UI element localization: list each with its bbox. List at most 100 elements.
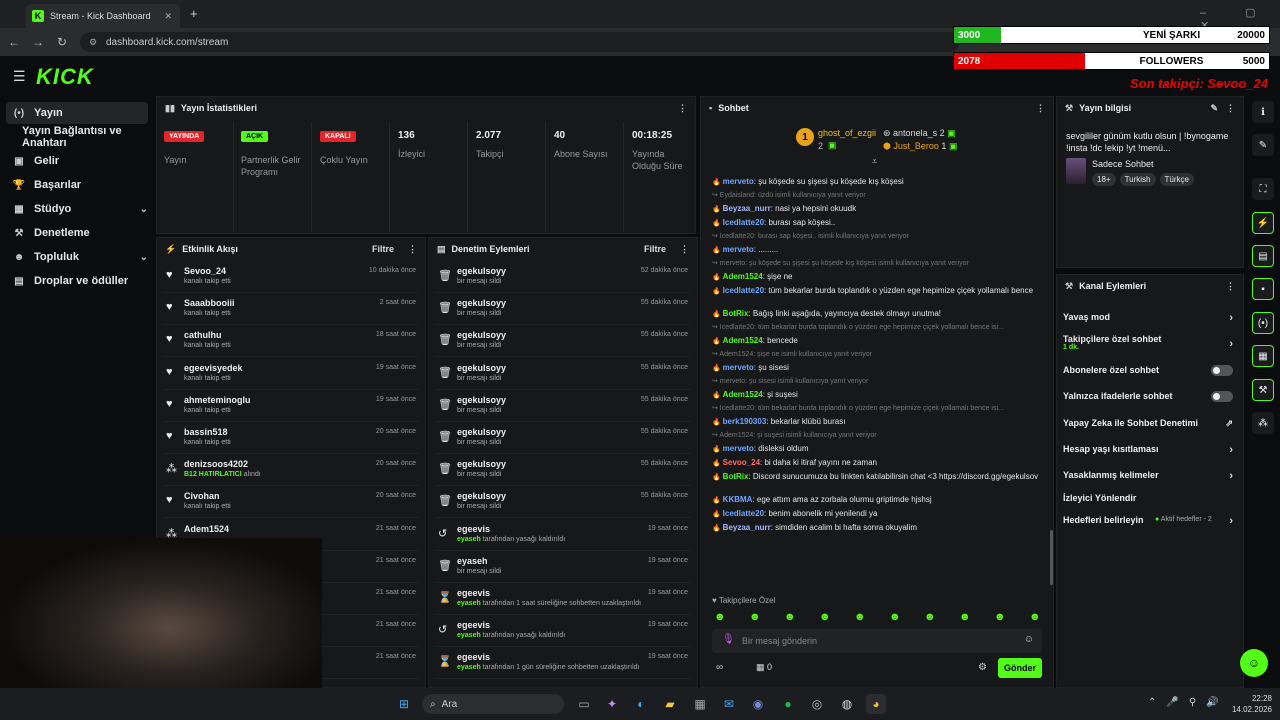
moderation-filter-button[interactable]: Filtre	[644, 244, 666, 254]
action-slow-mode[interactable]: Yavaş mod ›	[1063, 312, 1233, 324]
list-item[interactable]: 🗑 egekulsoyy bir mesajı sildi 55 dakika önc…	[436, 293, 690, 326]
gifter-name[interactable]: ghost_of_ezgii	[818, 128, 876, 138]
more-icon[interactable]: ⋮	[680, 244, 689, 255]
more-icon[interactable]: ⋮	[408, 244, 417, 255]
chat-username[interactable]: KKBMA	[723, 495, 753, 504]
action-ai-moderation[interactable]: Yapay Zeka ile Sohbet Denetimi ⇗	[1063, 418, 1233, 428]
spotify-icon[interactable]: ●	[778, 694, 798, 714]
more-icon[interactable]: ⋮	[1036, 103, 1045, 114]
chat-username[interactable]: Adem1524	[723, 272, 763, 281]
list-item[interactable]: ♥ cathulhu kanalı takip etti 18 saat önce	[164, 325, 418, 358]
mic-icon[interactable]: 🎙	[722, 634, 735, 645]
reload-icon[interactable]: ↻	[54, 34, 70, 50]
new-tab-icon[interactable]: +	[190, 6, 198, 21]
sidebar-item-gelir[interactable]: ▣ Gelir	[6, 150, 148, 172]
kick-logo[interactable]: KICK	[36, 64, 94, 90]
system-tray-icons[interactable]: ⌃🎤⚲🔊	[1148, 697, 1229, 708]
list-item[interactable]: 🗑 egekulsoyy bir mesajı sildi 52 dakika önc…	[436, 261, 690, 293]
browser-tab[interactable]: K Stream - Kick Dashboard ✕	[26, 4, 180, 28]
chat-input[interactable]: 🎙 Bir mesaj gönderin ☺	[712, 629, 1042, 653]
more-icon[interactable]: ⋮	[678, 103, 687, 114]
list-item[interactable]: ⌛ egeevis eyaseh tarafından 1 saat süreliğ…	[436, 583, 690, 615]
sidebar-item-droplar[interactable]: ▤ Droplar ve ödüller	[6, 270, 148, 292]
chat-username[interactable]: BotRix	[723, 309, 749, 318]
list-item[interactable]: 🗑 egekulsoyy bir mesajı sildi 55 dakika önc…	[436, 325, 690, 358]
list-item[interactable]: 🗑 egekulsoyy bir mesajı sildi 55 dakika önc…	[436, 422, 690, 454]
info-icon[interactable]: ℹ	[1252, 101, 1274, 123]
list-item[interactable]: ♥ Sevoo_24 kanalı takip etti 10 dakika önce	[164, 261, 418, 293]
calculator-icon[interactable]: ▦	[690, 694, 710, 714]
edge-icon[interactable]: ◐	[631, 694, 651, 714]
back-icon[interactable]: ←	[6, 34, 22, 50]
copilot-icon[interactable]: ✦	[602, 694, 622, 714]
taskbar-search[interactable]: ⌕ Ara	[422, 694, 564, 714]
gifter-name[interactable]: ⬢ Just_Beroo 1 ▣	[883, 141, 957, 152]
tag-chip[interactable]: 18+	[1092, 173, 1116, 186]
chat-icon[interactable]: ▪	[1252, 278, 1274, 300]
lightning-icon[interactable]: ⚡	[1252, 212, 1274, 234]
sidebar-item-yayin[interactable]: (•) Yayın	[6, 102, 148, 124]
focus-icon[interactable]: ⛶	[1252, 178, 1274, 200]
edit-icon[interactable]: ✎	[1210, 103, 1218, 114]
chat-username[interactable]: merveto	[723, 363, 754, 372]
chrome-icon[interactable]: ◕	[866, 694, 886, 714]
collapse-icon[interactable]: ⩡	[872, 156, 877, 167]
emoji-icon[interactable]: ☺	[1024, 634, 1034, 645]
chat-username[interactable]: merveto	[723, 245, 754, 254]
list-item[interactable]: ♥ bassin518 kanalı takip etti 20 saat önce	[164, 422, 418, 454]
emote-icon[interactable]: ☻	[714, 611, 726, 623]
list-item[interactable]: ♥ Saaabbooiii kanalı takip etti 2 saat önce	[164, 293, 418, 326]
emote-icon[interactable]: ☻	[1029, 611, 1041, 623]
emote-icon[interactable]: ☻	[854, 611, 866, 623]
emote-icon[interactable]: ☻	[924, 611, 936, 623]
list-item[interactable]: ♥ ahmetеminoglu kanalı takip etti 19 saat ö…	[164, 390, 418, 422]
steam-icon[interactable]: ◎	[807, 694, 827, 714]
chat-username[interactable]: Adem1524	[723, 390, 763, 399]
list-item[interactable]: 🗑 egekulsoyy bir mesajı sildi 55 dakika önc…	[436, 454, 690, 487]
gifter-name[interactable]: ⊛ antonela_s 2 ▣	[883, 128, 956, 139]
list-item[interactable]: ♥ egeevisyedek kanalı takip etti 19 saat ön…	[164, 358, 418, 390]
chat-username[interactable]: Beyzaa_nurr	[723, 523, 771, 532]
action-goals[interactable]: Hedefleri belirleyin ● Aktif hedefler - 2…	[1063, 515, 1233, 527]
chat-username[interactable]: Beyzaa_nurr	[723, 204, 771, 213]
chat-scrollbar[interactable]	[1050, 530, 1053, 585]
sidebar-item-stream-key[interactable]: Yayın Bağlantısı ve Anahtarı	[6, 125, 148, 149]
chat-username[interactable]: Icedlatte20	[723, 218, 764, 227]
list-item[interactable]: 🗑 egekulsoyy bir mesajı sildi 55 dakika önc…	[436, 486, 690, 519]
list-item[interactable]: ⌛ egeevis eyaseh tarafından 1 gün süreliği…	[436, 647, 690, 680]
action-account-age[interactable]: Hesap yaşı kısıtlaması ›	[1063, 444, 1233, 456]
send-button[interactable]: Gönder	[998, 658, 1042, 678]
chat-username[interactable]: Adem1524	[723, 336, 763, 345]
windows-start-icon[interactable]: ⊞	[394, 694, 414, 714]
more-icon[interactable]: ⋮	[1226, 103, 1235, 114]
file-explorer-icon[interactable]: ▰	[660, 694, 680, 714]
chat-username[interactable]: Icedlatte20	[723, 509, 764, 518]
close-tab-icon[interactable]: ✕	[164, 11, 172, 22]
sidebar-item-denetleme[interactable]: ⚒ Denetleme	[6, 222, 148, 244]
subscribers-only-toggle[interactable]	[1211, 365, 1233, 376]
chat-username[interactable]: Icedlatte20	[723, 286, 764, 295]
task-view-icon[interactable]: ▭	[574, 694, 594, 714]
sidebar-item-topluluk[interactable]: ☻ Topluluk ⌄	[6, 246, 148, 268]
emote-icon[interactable]: ☻	[749, 611, 761, 623]
tag-chip[interactable]: Türkçe	[1159, 173, 1194, 186]
wrench-icon[interactable]: ⚒	[1252, 379, 1274, 401]
support-chat-icon[interactable]: ☺	[1240, 649, 1268, 677]
chat-username[interactable]: merveto	[723, 444, 754, 453]
list-item[interactable]: 🗑 egekulsoyy bir mesajı sildi 55 dakika önc…	[436, 390, 690, 422]
more-icon[interactable]: ⋮	[1226, 281, 1235, 292]
sidebar-item-studyo[interactable]: ▦ Stüdyo ⌄	[6, 198, 148, 220]
clock[interactable]: 22:28 14.02.2026	[1228, 693, 1272, 715]
activity-filter-button[interactable]: Filtre	[372, 244, 394, 254]
address-bar[interactable]: ⚙ dashboard.kick.com/stream	[80, 32, 960, 52]
chat-username[interactable]: merveto	[723, 177, 754, 186]
list-icon[interactable]: ▤	[1252, 245, 1274, 267]
points-display[interactable]: ▦ 0	[756, 662, 772, 673]
mail-icon[interactable]: ✉	[719, 694, 739, 714]
list-item[interactable]: 🗑 eyaseh bir mesajı sildi 19 saat önce	[436, 551, 690, 583]
box-icon[interactable]: ▦	[1252, 345, 1274, 367]
action-banned-words[interactable]: Yasaklanmış kelimeler ›	[1063, 470, 1233, 482]
sidebar-item-basarilar[interactable]: 🏆 Başarılar	[6, 174, 148, 196]
action-raid[interactable]: İzleyici Yönlendir	[1063, 493, 1233, 503]
site-info-icon[interactable]: ⚙	[89, 37, 97, 48]
